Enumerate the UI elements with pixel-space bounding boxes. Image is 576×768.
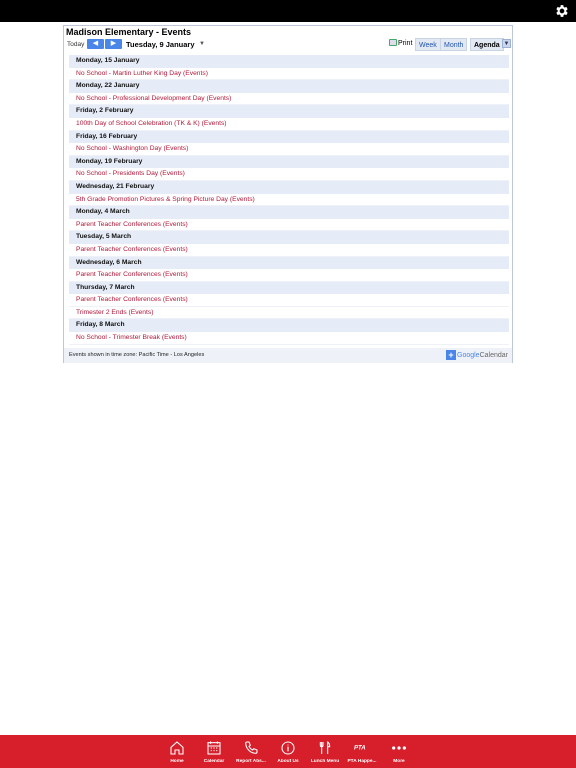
agenda-event-link[interactable]: No School - Martin Luther King Day (Even… (69, 67, 509, 81)
more-icon (392, 746, 406, 750)
utensils-icon (319, 741, 331, 754)
top-status-bar (0, 0, 576, 22)
tab-agenda[interactable]: Agenda (470, 38, 504, 51)
current-date: Tuesday, 9 January (126, 40, 195, 49)
agenda-day-header: Monday, 4 March (69, 206, 509, 219)
agenda-event-link[interactable]: No School - Trimester Break (Events) (69, 332, 509, 345)
agenda-day-header: Monday, 22 January (69, 80, 509, 93)
agenda-day-header: Tuesday, 5 March (69, 231, 509, 244)
print-label: Print (398, 40, 413, 47)
calendar-controls: Today ◀ ▶ Tuesday, 9 January ▼ Print Wee… (64, 38, 512, 52)
info-icon (281, 741, 295, 755)
nav-more[interactable]: More (380, 735, 418, 768)
agenda-day-header: Friday, 2 February (69, 105, 509, 118)
plus-icon: + (446, 350, 456, 360)
calendar-title: Madison Elementary - Events (66, 27, 192, 37)
bottom-nav-bar: Home Calendar Report Abs... About Us Lun… (0, 735, 576, 768)
today-button[interactable]: Today (67, 41, 84, 48)
google-logo-text: Google (457, 352, 480, 359)
google-calendar-button[interactable]: + GoogleCalendar (446, 350, 508, 361)
agenda-event-link[interactable]: No School - Professional Development Day… (69, 92, 509, 106)
phone-icon (245, 741, 258, 754)
view-dropdown-icon[interactable]: ▼ (502, 39, 511, 48)
next-button[interactable]: ▶ (105, 39, 122, 49)
home-icon (170, 741, 184, 755)
timezone-note: Events shown in time zone: Pacific Time … (69, 352, 205, 358)
nav-label: More (393, 759, 405, 764)
agenda-event-link[interactable]: Trimester 2 Ends (Events) (69, 306, 509, 320)
agenda-event-link[interactable]: Parent Teacher Conferences (Events) (69, 294, 509, 307)
tab-month[interactable]: Month (440, 38, 468, 51)
calendar-widget: Madison Elementary - Events Today ◀ ▶ Tu… (63, 25, 513, 363)
agenda-event-link[interactable]: 100th Day of School Celebration (TK & K)… (69, 117, 509, 131)
prev-button[interactable]: ◀ (87, 39, 104, 49)
calendar-logo-text: Calendar (479, 352, 508, 359)
agenda-event-link[interactable]: No School - Presidents Day (Events) (69, 168, 509, 181)
agenda-event-link[interactable]: Parent Teacher Conferences (Events) (69, 218, 509, 232)
calendar-footer: Events shown in time zone: Pacific Time … (64, 348, 512, 363)
chevron-left-icon: ◀ (92, 40, 99, 47)
calendar-icon (207, 741, 221, 755)
agenda-day-header: Friday, 16 February (69, 130, 509, 144)
agenda-day-header: Wednesday, 6 March (69, 256, 509, 270)
agenda-event-link[interactable]: 5th Grade Promotion Pictures & Spring Pi… (69, 193, 509, 207)
svg-text:PTA: PTA (354, 745, 366, 751)
chevron-right-icon: ▶ (110, 40, 117, 47)
agenda-day-header: Monday, 19 February (69, 155, 509, 169)
agenda-day-header: Friday, 8 March (69, 319, 509, 333)
print-icon (389, 39, 397, 46)
agenda-list: Monday, 15 January No School - Martin Lut… (69, 55, 509, 347)
print-button[interactable]: Print (389, 39, 412, 47)
agenda-event-link[interactable]: Parent Teacher Conferences (Events) (69, 243, 509, 257)
gear-icon[interactable] (554, 3, 570, 19)
agenda-day-header: Monday, 15 January (69, 55, 509, 68)
date-picker-dropdown-icon[interactable]: ▼ (199, 41, 205, 47)
agenda-event-link[interactable]: Parent Teacher Conferences (Events) (69, 269, 509, 282)
tab-week[interactable]: Week (415, 38, 441, 51)
agenda-day-header: Wednesday, 21 February (69, 180, 509, 194)
agenda-event-link[interactable]: No School - Washington Day (Events) (69, 143, 509, 156)
pta-icon: PTA (354, 745, 366, 751)
agenda-day-header: Thursday, 7 March (69, 281, 509, 295)
